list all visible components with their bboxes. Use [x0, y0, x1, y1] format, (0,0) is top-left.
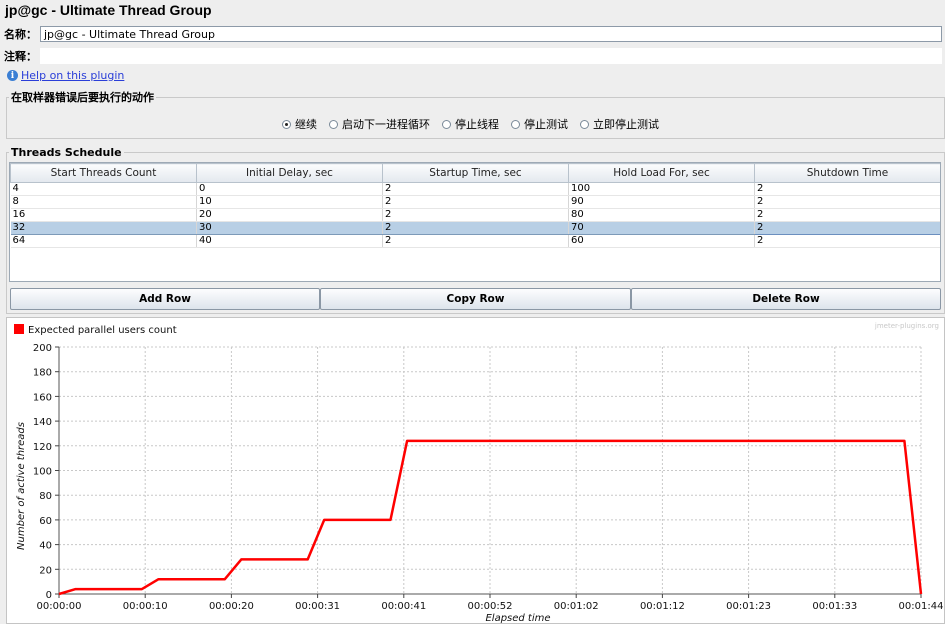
radio-icon[interactable]: [580, 119, 589, 129]
radio-label: 继续: [295, 118, 317, 131]
radio-icon[interactable]: [511, 119, 520, 129]
column-header-initial-delay[interactable]: Initial Delay, sec: [196, 163, 383, 183]
x-axis-title: Elapsed time: [485, 613, 550, 623]
x-tick-label: 00:00:10: [123, 601, 168, 612]
y-tick-label: 140: [33, 417, 52, 428]
table-cell[interactable]: 32: [10, 221, 197, 235]
table-cell[interactable]: 16: [10, 208, 197, 222]
y-tick-label: 120: [33, 442, 52, 453]
radio-stop-test[interactable]: 停止测试: [511, 116, 568, 132]
radio-label: 立即停止测试: [593, 118, 659, 131]
column-header-startup-time[interactable]: Startup Time, sec: [382, 163, 569, 183]
threads-schedule-table: Start Threads Count Initial Delay, sec S…: [9, 162, 941, 282]
radio-start-next-loop[interactable]: 启动下一进程循环: [329, 116, 430, 132]
column-header-shutdown-time[interactable]: Shutdown Time: [754, 163, 940, 183]
x-tick-label: 00:00:31: [295, 601, 340, 612]
table-cell[interactable]: 2: [382, 221, 569, 235]
comment-label: 注释：: [4, 50, 37, 63]
table-row[interactable]: 16 20 2 80 2: [10, 208, 940, 222]
column-header-hold-load[interactable]: Hold Load For, sec: [568, 163, 755, 183]
radio-continue[interactable]: 继续: [282, 116, 317, 132]
comment-row: 注释：: [4, 48, 942, 64]
x-tick-label: 00:01:33: [812, 601, 857, 612]
radio-label: 启动下一进程循环: [342, 118, 430, 131]
table-cell[interactable]: 20: [196, 208, 383, 222]
plot-ticks: 0 20 40 60 80 100 120 140 160 180 200 00:00:00 00:00…: [33, 343, 944, 612]
x-tick-label: 00:00:52: [468, 601, 513, 612]
help-link[interactable]: Help on this plugin: [21, 69, 124, 82]
plot-grid: [58, 346, 922, 595]
y-tick-label: 0: [46, 590, 52, 601]
legend-swatch: [14, 324, 24, 334]
radio-icon[interactable]: [329, 119, 338, 129]
table-cell[interactable]: 100: [568, 182, 755, 196]
error-action-options: 继续 启动下一进程循环 停止线程 停止测试 立即停止测试: [282, 116, 659, 132]
table-cell[interactable]: 30: [196, 221, 383, 235]
table-cell[interactable]: 70: [568, 221, 755, 235]
table-cell[interactable]: 8: [10, 195, 197, 209]
table-row[interactable]: 8 10 2 90 2: [10, 195, 940, 209]
y-axis-title: Number of active threads: [16, 422, 27, 550]
x-tick-label: 00:00:41: [381, 601, 426, 612]
y-tick-label: 160: [33, 392, 52, 403]
table-cell[interactable]: 0: [196, 182, 383, 196]
table-row[interactable]: 64 40 2 60 2: [10, 234, 940, 248]
table-cell[interactable]: 2: [382, 234, 569, 248]
add-row-button[interactable]: Add Row: [10, 288, 320, 310]
table-cell[interactable]: 2: [754, 234, 940, 248]
copy-row-button[interactable]: Copy Row: [320, 288, 631, 310]
table-cell[interactable]: 2: [754, 208, 940, 222]
y-tick-label: 100: [33, 467, 52, 478]
threads-chart-panel: Expected parallel users count jmeter-plu…: [6, 317, 945, 624]
y-tick-label: 20: [39, 565, 52, 576]
threads-schedule-legend: Threads Schedule: [11, 146, 122, 159]
watermark: jmeter-plugins.org: [874, 322, 939, 330]
table-cell[interactable]: 2: [754, 182, 940, 196]
table-cell[interactable]: 80: [568, 208, 755, 222]
table-cell[interactable]: 4: [10, 182, 197, 196]
x-tick-label: 00:01:02: [554, 601, 599, 612]
table-cell[interactable]: 60: [568, 234, 755, 248]
x-tick-label: 00:01:44: [899, 601, 944, 612]
x-tick-label: 00:00:20: [209, 601, 254, 612]
y-tick-label: 80: [39, 491, 52, 502]
error-action-legend: 在取样器错误后要执行的动作: [11, 91, 154, 104]
delete-row-button[interactable]: Delete Row: [631, 288, 941, 310]
radio-label: 停止测试: [524, 118, 568, 131]
x-tick-label: 00:01:23: [726, 601, 771, 612]
legend-label: Expected parallel users count: [28, 325, 177, 336]
name-label: 名称：: [4, 28, 37, 41]
table-cell[interactable]: 40: [196, 234, 383, 248]
table-row-selected[interactable]: 32 30 2 70 2: [10, 221, 940, 235]
y-tick-label: 200: [33, 343, 52, 354]
x-tick-label: 00:00:00: [37, 601, 82, 612]
table-row[interactable]: 4 0 2 100 2: [10, 182, 940, 196]
column-header-start-threads[interactable]: Start Threads Count: [10, 163, 197, 183]
radio-selected-icon[interactable]: [282, 119, 291, 129]
name-row: 名称： jp@gc - Ultimate Thread Group: [4, 26, 942, 42]
table-cell[interactable]: 2: [382, 182, 569, 196]
info-icon: i: [7, 70, 18, 81]
x-tick-label: 00:01:12: [640, 601, 685, 612]
table-header-row: Start Threads Count Initial Delay, sec S…: [10, 163, 940, 183]
table-cell[interactable]: 90: [568, 195, 755, 209]
radio-stop-thread[interactable]: 停止线程: [442, 116, 499, 132]
y-tick-label: 180: [33, 368, 52, 379]
table-cell-focused[interactable]: 2: [754, 221, 940, 235]
threads-chart: Expected parallel users count jmeter-plu…: [14, 322, 944, 623]
comment-input[interactable]: [40, 48, 942, 64]
table-cell[interactable]: 2: [754, 195, 940, 209]
radio-label: 停止线程: [455, 118, 499, 131]
y-tick-label: 60: [39, 516, 52, 527]
help-row: i Help on this plugin: [7, 69, 124, 82]
radio-stop-test-now[interactable]: 立即停止测试: [580, 116, 659, 132]
radio-icon[interactable]: [442, 119, 451, 129]
table-cell[interactable]: 2: [382, 195, 569, 209]
table-cell[interactable]: 2: [382, 208, 569, 222]
y-tick-label: 40: [39, 541, 52, 552]
window-title: jp@gc - Ultimate Thread Group: [5, 2, 212, 18]
table-cell[interactable]: 10: [196, 195, 383, 209]
name-input[interactable]: jp@gc - Ultimate Thread Group: [40, 26, 942, 42]
table-cell[interactable]: 64: [10, 234, 197, 248]
